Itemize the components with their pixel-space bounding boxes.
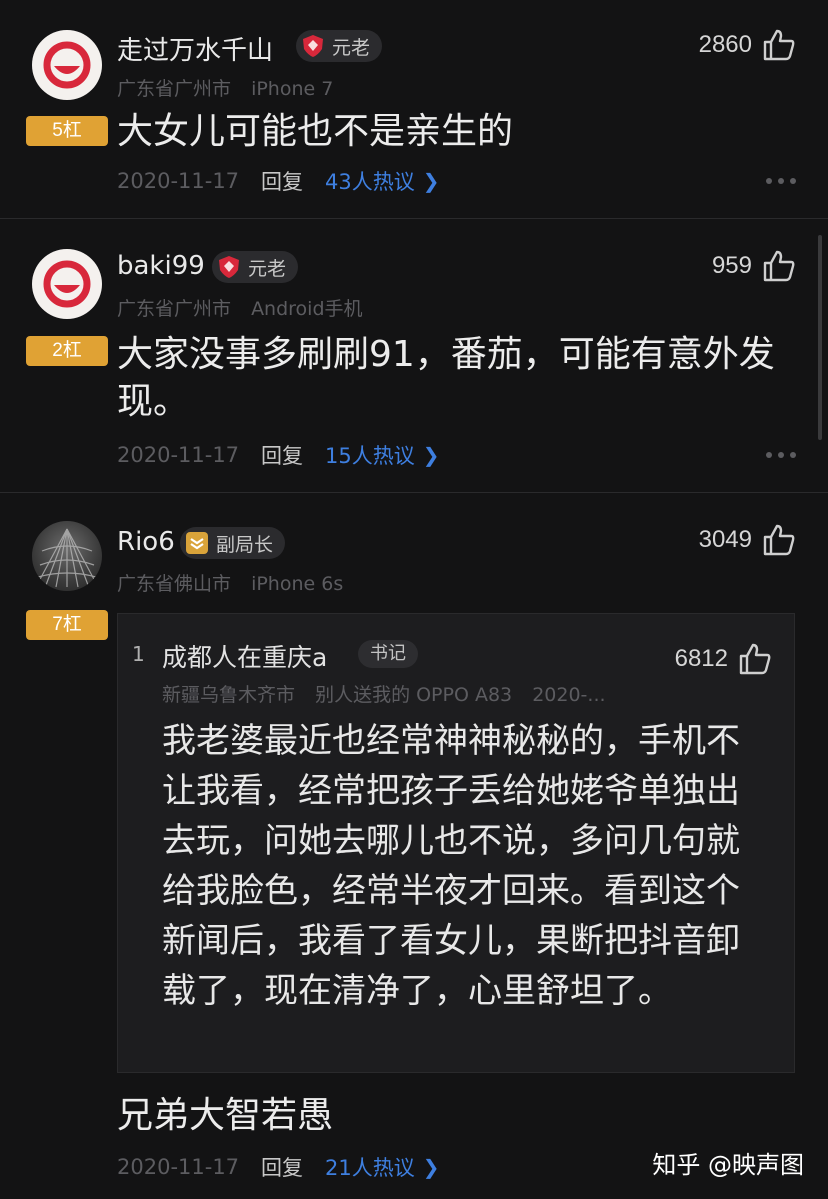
chevron-right-icon: ❯ — [422, 169, 440, 193]
comment-item: 5杠 走过万水千山 元老 广东省广州市 iPhone 7 2860 大女儿可能也… — [0, 0, 828, 218]
more-options-icon[interactable] — [766, 178, 796, 184]
neteasy-logo-icon — [43, 41, 91, 89]
location-text: 广东省广州市 — [117, 298, 232, 320]
quote-username[interactable]: 成都人在重庆a — [162, 638, 327, 674]
scrollbar[interactable] — [818, 235, 822, 440]
red-shield-icon — [303, 35, 323, 57]
device-text: Android手机 — [251, 298, 363, 320]
reply-button[interactable]: 回复 — [261, 1152, 303, 1182]
quote-device: 别人送我的 OPPO A83 — [315, 684, 513, 706]
thumbs-up-icon — [763, 524, 795, 556]
gold-chevron-icon — [186, 532, 208, 554]
comment-meta: 广东省佛山市 iPhone 6s — [117, 569, 357, 596]
comment-list: 5杠 走过万水千山 元老 广东省广州市 iPhone 7 2860 大女儿可能也… — [0, 0, 828, 1199]
like-count: 3049 — [698, 526, 752, 553]
rank-badge: 元老 — [296, 30, 383, 62]
quote-location: 新疆乌鲁木齐市 — [162, 684, 296, 706]
rank-badge: 副局长 — [180, 527, 286, 559]
rank-label: 元老 — [332, 36, 371, 59]
red-shield-icon — [219, 256, 239, 278]
gang-badge: 5杠 — [26, 116, 108, 146]
username[interactable]: 走过万水千山 — [117, 30, 273, 67]
comment-meta: 广东省广州市 Android手机 — [117, 294, 377, 321]
quote-text: 我老婆最近也经常神神秘秘的，手机不让我看，经常把孩子丢给她姥爷单独出去玩，问她去… — [162, 721, 740, 1011]
more-options-icon[interactable] — [766, 452, 796, 458]
device-text: iPhone 7 — [251, 78, 334, 100]
chevron-right-icon: ❯ — [422, 443, 440, 467]
comment-footer: 2020-11-17 回复 15人热议 ❯ — [117, 440, 440, 470]
quoted-comment[interactable]: 1 成都人在重庆a 书记 6812 新疆乌鲁木齐市 别人送我的 OPPO A83… — [117, 613, 795, 1073]
thumbs-up-icon — [763, 29, 795, 61]
reply-button[interactable]: 回复 — [261, 166, 303, 196]
hot-replies-link[interactable]: 43人热议 — [325, 166, 415, 196]
watermark: 知乎 @映声图 — [652, 1145, 804, 1180]
architecture-photo-icon — [37, 528, 97, 588]
like-button[interactable]: 2860 — [699, 28, 796, 62]
hot-replies-link[interactable]: 21人热议 — [325, 1152, 415, 1182]
neteasy-logo-icon — [43, 260, 91, 308]
like-button[interactable]: 3049 — [699, 523, 796, 557]
rank-label: 元老 — [248, 257, 287, 280]
quote-index: 1 — [132, 642, 145, 666]
username[interactable]: baki99 — [117, 251, 205, 281]
comment-text: 兄弟大智若愚 — [117, 1095, 334, 1136]
chevron-right-icon: ❯ — [422, 1155, 440, 1179]
user-avatar[interactable] — [32, 249, 102, 319]
comment-date: 2020-11-17 — [117, 169, 240, 193]
watermark-text: 知乎 @映声图 — [652, 1151, 804, 1179]
like-count: 2860 — [698, 31, 752, 58]
quote-like-button[interactable]: 6812 — [675, 642, 772, 676]
user-avatar[interactable] — [32, 30, 102, 100]
comment-footer: 2020-11-17 回复 43人热议 ❯ — [117, 166, 440, 196]
gang-badge: 2杠 — [26, 336, 108, 366]
comment-text: 大家没事多刷刷91，番茄，可能有意外发现。 — [117, 334, 775, 422]
quote-date: 2020-... — [532, 684, 606, 706]
comment-footer: 2020-11-17 回复 21人热议 ❯ — [117, 1152, 440, 1182]
comment-text: 大女儿可能也不是亲生的 — [117, 111, 514, 152]
comment-item: 2杠 baki99 元老 广东省广州市 Android手机 959 大家没事多刷… — [0, 219, 828, 492]
rank-badge: 元老 — [212, 251, 299, 283]
comment-meta: 广东省广州市 iPhone 7 — [117, 74, 347, 101]
location-text: 广东省广州市 — [117, 78, 232, 100]
thumbs-up-icon — [763, 250, 795, 282]
like-count: 959 — [711, 252, 752, 279]
like-button[interactable]: 959 — [712, 249, 796, 283]
device-text: iPhone 6s — [251, 573, 344, 595]
rank-label: 副局长 — [216, 533, 274, 556]
quote-like-count: 6812 — [674, 645, 728, 672]
reply-button[interactable]: 回复 — [261, 440, 303, 470]
user-avatar[interactable] — [32, 521, 102, 591]
quote-meta: 新疆乌鲁木齐市 别人送我的 OPPO A83 2020-... — [162, 680, 620, 707]
quote-rank-badge: 书记 — [358, 640, 418, 668]
thumbs-up-icon — [739, 643, 771, 675]
username[interactable]: Rio6 — [117, 527, 175, 557]
location-text: 广东省佛山市 — [117, 573, 232, 595]
comment-date: 2020-11-17 — [117, 1155, 240, 1179]
gang-badge: 7杠 — [26, 610, 108, 640]
hot-replies-link[interactable]: 15人热议 — [325, 440, 415, 470]
comment-date: 2020-11-17 — [117, 443, 240, 467]
